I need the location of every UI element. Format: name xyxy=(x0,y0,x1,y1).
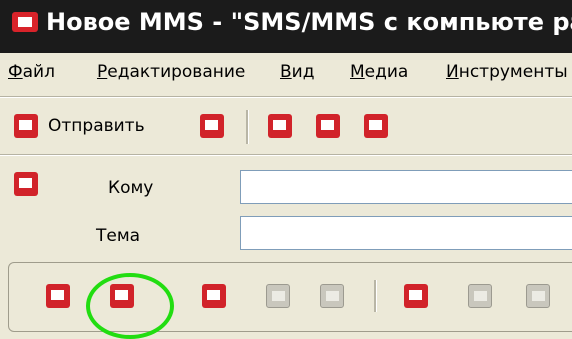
toolbar-separator xyxy=(246,110,249,144)
subject-label: Тема xyxy=(96,226,141,246)
frame-icon[interactable] xyxy=(320,284,344,308)
divider xyxy=(0,155,572,156)
menu-tools[interactable]: Инструменты xyxy=(446,62,568,82)
attach-icon[interactable] xyxy=(268,114,292,138)
divider xyxy=(0,97,572,98)
add-audio-icon[interactable] xyxy=(404,284,428,308)
menu-edit[interactable]: Редактирование xyxy=(97,62,245,82)
to-label: Кому xyxy=(108,178,154,198)
send-icon[interactable] xyxy=(14,114,38,138)
menu-media[interactable]: Медиа xyxy=(350,62,408,82)
title-bar: Новое MMS - "SMS/MMS с компьюте ра" xyxy=(0,0,572,53)
add-slide-icon[interactable] xyxy=(46,284,70,308)
send-button[interactable]: Отправить xyxy=(48,116,145,136)
menu-file[interactable]: Файл xyxy=(8,62,55,82)
highlight-circle xyxy=(86,273,174,339)
insert-frame-icon[interactable] xyxy=(202,284,226,308)
window-title: Новое MMS - "SMS/MMS с компьюте ра" xyxy=(46,8,572,36)
contacts-icon[interactable] xyxy=(200,114,224,138)
subject-field[interactable] xyxy=(240,216,572,250)
to-field[interactable] xyxy=(240,170,572,204)
audio-icon[interactable] xyxy=(526,284,550,308)
remove-frame-icon[interactable] xyxy=(266,284,290,308)
toolbar-separator xyxy=(374,280,377,312)
main-toolbar: Отправить xyxy=(0,104,572,150)
recipients-icon[interactable] xyxy=(14,172,38,196)
settings-icon[interactable] xyxy=(364,114,388,138)
mail-envelope-icon xyxy=(12,12,38,32)
mailbox-icon[interactable] xyxy=(316,114,340,138)
menu-view[interactable]: Вид xyxy=(280,62,314,82)
remove-audio-icon[interactable] xyxy=(468,284,492,308)
menu-bar: Файл Редактирование Вид Медиа Инструмент… xyxy=(0,60,572,88)
